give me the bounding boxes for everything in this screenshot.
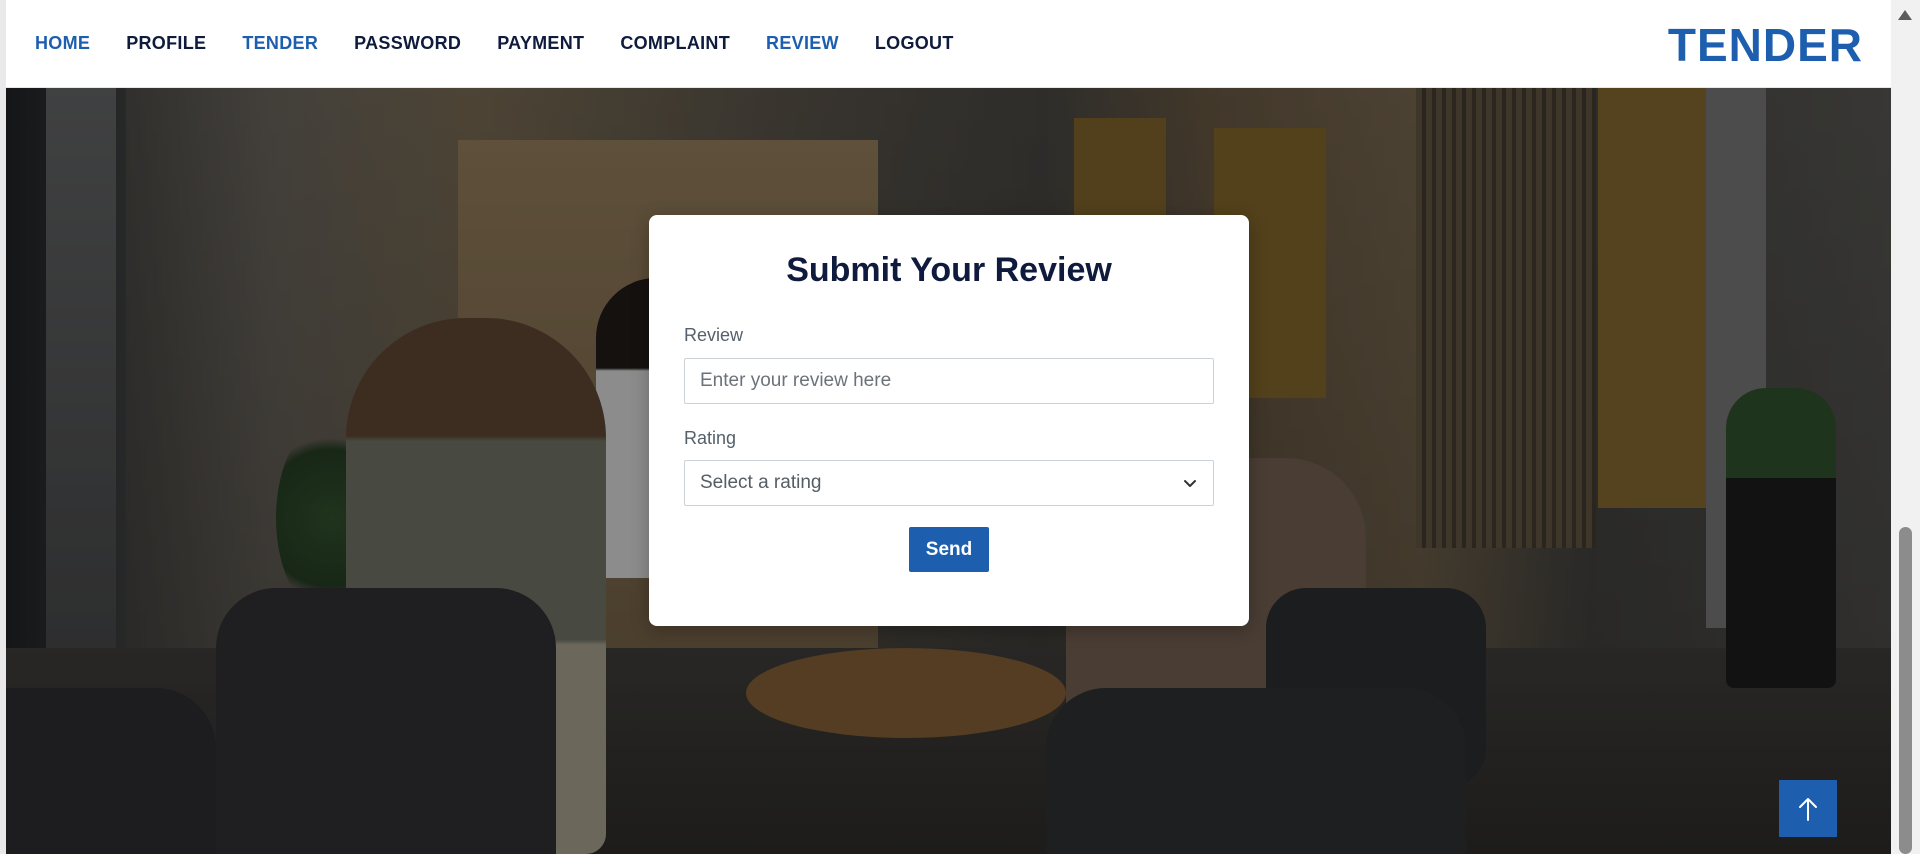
review-form: Submit Your Review Review Rating Select … [649,215,1249,626]
top-navbar: HOME PROFILE TENDER PASSWORD PAYMENT COM… [6,0,1891,88]
scrollbar-thumb[interactable] [1899,527,1912,854]
nav-review[interactable]: REVIEW [766,33,839,54]
send-button[interactable]: Send [909,527,989,572]
nav-home[interactable]: HOME [35,33,90,54]
nav-profile[interactable]: PROFILE [126,33,206,54]
rating-label: Rating [684,428,737,448]
nav-password[interactable]: PASSWORD [354,33,461,54]
rating-selected-value: Select a rating [700,472,822,493]
nav-complaint[interactable]: COMPLAINT [620,33,730,54]
scroll-up-arrow-icon[interactable] [1898,10,1912,20]
nav-payment[interactable]: PAYMENT [497,33,584,54]
rating-select[interactable]: Select a rating [684,460,1214,506]
chevron-down-icon [1184,480,1196,487]
review-label: Review [684,325,744,345]
back-to-top-button[interactable] [1779,780,1837,837]
brand-logo[interactable]: TENDER [1668,18,1863,72]
vertical-scrollbar[interactable] [1891,0,1920,854]
arrow-up-icon [1799,797,1817,821]
form-title: Submit Your Review [786,251,1112,289]
nav-logout[interactable]: LOGOUT [875,33,954,54]
nav-tender[interactable]: TENDER [242,33,318,54]
review-input[interactable] [684,358,1214,404]
